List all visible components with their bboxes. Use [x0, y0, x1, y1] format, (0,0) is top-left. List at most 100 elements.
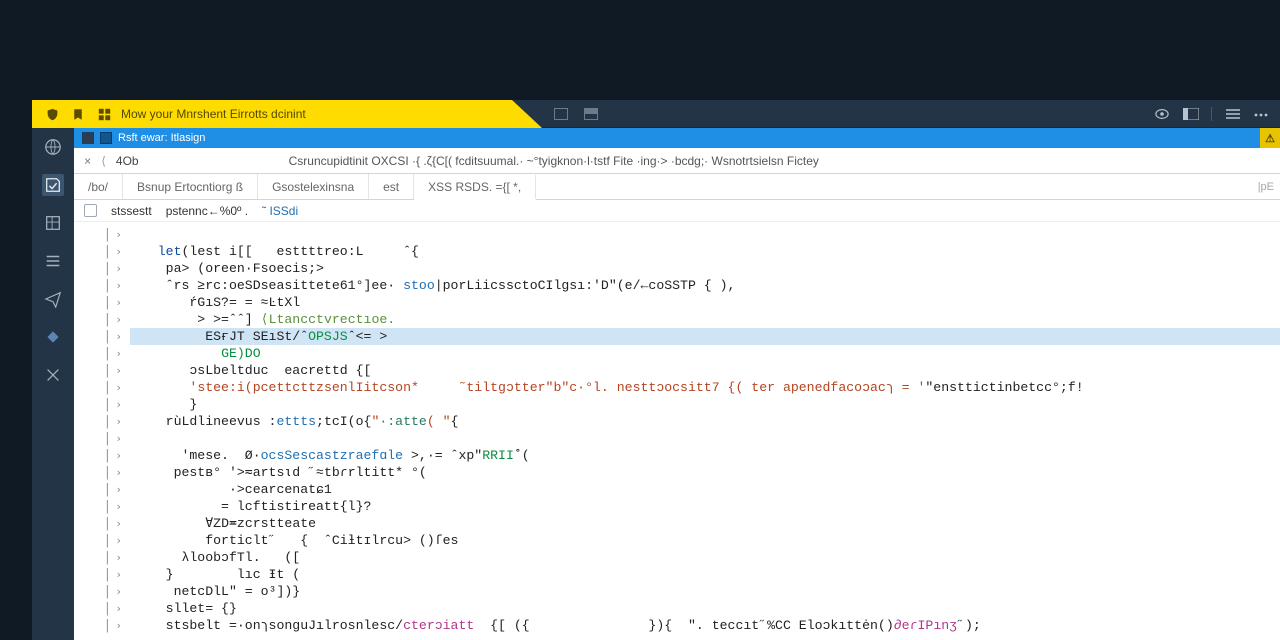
tab-4-label: XSS RSDS. ={[ *,: [428, 180, 521, 194]
activity-globe-icon[interactable]: [42, 136, 64, 158]
gutter-line: |›: [74, 396, 130, 413]
code-line[interactable]: ɔsLbeltduc eacrettd {[: [130, 362, 1280, 379]
code-line[interactable]: let(lest i[[ esttttreo:L ˆ{: [130, 243, 1280, 260]
code-line[interactable]: GE)DO: [130, 345, 1280, 362]
code-line[interactable]: forticlt˝ { ˆCiƚtɪlrcu> ()ſes: [130, 532, 1280, 549]
gutter-line: |›: [74, 583, 130, 600]
code-line[interactable]: > >=ˆˆ] ⟨Ltancctvrectıoe.: [130, 311, 1280, 328]
titlebar-title: Rsft ewar: Itlasign: [118, 132, 205, 144]
file-titlebar: Rsft ewar: Itlasign ⚠: [74, 128, 1280, 148]
separator-icon: [1211, 107, 1212, 121]
code-line[interactable]: netcDlL" = o³])}: [130, 583, 1280, 600]
tab-3[interactable]: est: [369, 174, 414, 199]
activity-diamond-icon[interactable]: [42, 326, 64, 348]
ide-window: Mow your Mnrshent Eirrotts dcinint: [32, 100, 1280, 640]
tab-2[interactable]: Gsostelexinsna: [258, 174, 369, 199]
gutter-line: |›: [74, 243, 130, 260]
editor-stack: Rsft ewar: Itlasign ⚠ × ⟨ 4Ob Csruncupid…: [74, 128, 1280, 640]
titlebar-warn-icon[interactable]: ⚠: [1260, 128, 1280, 148]
code-line[interactable]: 'stee:i(pcettcttzsenlIitcson* ˜tiltgɔtte…: [130, 379, 1280, 396]
gutter-line: |›: [74, 498, 130, 515]
bookmark-icon: [72, 108, 85, 121]
gutter-line: |›: [74, 226, 130, 243]
code-line[interactable]: rùLdlineevus :ettts;tcI(o{"·:atte( "{: [130, 413, 1280, 430]
code-line[interactable]: ŕGıS?= = ≈ĿtXl: [130, 294, 1280, 311]
activity-list-icon[interactable]: [42, 250, 64, 272]
toolbar-num: 4Ob: [116, 154, 139, 168]
gutter-line: |›: [74, 430, 130, 447]
gutter-line: |›: [74, 260, 130, 277]
gutter-line: |›: [74, 481, 130, 498]
code-line[interactable]: pa> (oreen·Fsoecis;>: [130, 260, 1280, 277]
code-line[interactable]: [130, 226, 1280, 243]
gutter-line: |›: [74, 345, 130, 362]
layout-icon[interactable]: [1183, 108, 1197, 120]
module-icon: [84, 204, 97, 217]
code-line[interactable]: } lıc Ɨt (: [130, 566, 1280, 583]
tab-2-label: Gsostelexinsna: [272, 180, 354, 194]
breadcrumb-path[interactable]: Csruncupidtinit OXCSI ·{ .ζ{C[( fcditsuu…: [149, 154, 1280, 168]
gutter-line: |›: [74, 379, 130, 396]
code-line[interactable]: ˆrs ≥rc:oeSDseasittete61°]ee· stoo|porLi…: [130, 277, 1280, 294]
gutter-line: |›: [74, 311, 130, 328]
activity-selected-icon[interactable]: [42, 174, 64, 196]
tab-0[interactable]: /bo/: [74, 174, 123, 199]
code-line[interactable]: [130, 430, 1280, 447]
menu-icon[interactable]: [1226, 108, 1240, 120]
code-line[interactable]: ESғJT SEıSt/ˆOPSJSˆ<= >: [130, 328, 1280, 345]
tab-1-label: Bsnup Ertocntiorg ß: [137, 180, 243, 194]
gutter-line: |›: [74, 549, 130, 566]
gutter-line: |›: [74, 447, 130, 464]
code-area[interactable]: let(lest i[[ esttttreo:L ˆ{ pa> (oreen·F…: [130, 222, 1280, 640]
window-icon[interactable]: [554, 108, 568, 120]
code-line[interactable]: = lcftistireatt{l}?: [130, 498, 1280, 515]
gutter-line: |›: [74, 294, 130, 311]
code-line[interactable]: ∀ZD≖zcrstteate: [130, 515, 1280, 532]
path-seg-a[interactable]: stssestt: [111, 204, 152, 218]
panel-icon[interactable]: [584, 108, 598, 120]
tab-1[interactable]: Bsnup Ertocntiorg ß: [123, 174, 258, 199]
gutter-line: |›: [74, 464, 130, 481]
gutter-line: |›: [74, 277, 130, 294]
code-line[interactable]: stsbelt =·onɿsonguJılrosnlesc/cterɔiatt …: [130, 617, 1280, 634]
banner-right-icons: [1155, 100, 1268, 128]
gutter-line: |›: [74, 566, 130, 583]
grid-icon: [98, 108, 111, 121]
close-tab-icon[interactable]: ×: [84, 154, 91, 168]
breadcrumb-toolbar: × ⟨ 4Ob Csruncupidtinit OXCSI ·{ .ζ{C[( …: [74, 148, 1280, 174]
gutter-line: |›: [74, 413, 130, 430]
titlebar-square-icon[interactable]: [82, 132, 94, 144]
banner-mid-icons: [554, 100, 598, 128]
titlebar-square2-icon[interactable]: [100, 132, 112, 144]
path-seg-c[interactable]: ˜ ISSdi: [262, 204, 298, 218]
editor-area: Rsft ewar: Itlasign ⚠ × ⟨ 4Ob Csruncupid…: [32, 128, 1280, 640]
tab-0-label: /bo/: [88, 180, 108, 194]
gutter-line: |›: [74, 328, 130, 345]
gutter-line: |›: [74, 362, 130, 379]
gutter-line: |›: [74, 532, 130, 549]
status-path-line: stssestt pstennc←%0º . ˜ ISSdi: [74, 200, 1280, 222]
code-line[interactable]: pestʙ° '>≂artsɩd ˝≈tbɾrltitt* °(: [130, 464, 1280, 481]
tabs-right-label: |pE: [1258, 174, 1274, 200]
activity-send-icon[interactable]: [42, 288, 64, 310]
back-icon[interactable]: ⟨: [101, 154, 106, 168]
activity-box-icon[interactable]: [42, 212, 64, 234]
gutter-line: |›: [74, 515, 130, 532]
shield-icon: [46, 108, 59, 121]
banner-left-icons: [32, 108, 111, 121]
activity-routes-icon[interactable]: [42, 364, 64, 386]
code-line[interactable]: 'mese. Ø·ocsSescastzraefɑle >,·= ˆxp"RRI…: [130, 447, 1280, 464]
eye-icon[interactable]: [1155, 108, 1169, 120]
code-line[interactable]: sllet= {}: [130, 600, 1280, 617]
notification-banner[interactable]: Mow your Mnrshent Eirrotts dcinint: [32, 100, 1280, 128]
gutter: |›|›|›|›|›|›|›|›|›|›|›|›|›|›|›|›|›|›|›|›…: [74, 222, 130, 640]
more-icon[interactable]: [1254, 108, 1268, 120]
path-seg-b[interactable]: pstennc←%0º .: [166, 204, 248, 218]
activity-bar: [32, 128, 74, 640]
gutter-line: |›: [74, 617, 130, 634]
code-line[interactable]: ·>cearcenatɕ1: [130, 481, 1280, 498]
gutter-line: |›: [74, 600, 130, 617]
code-line[interactable]: λloobɔfTl. ([: [130, 549, 1280, 566]
code-line[interactable]: }: [130, 396, 1280, 413]
tab-4[interactable]: XSS RSDS. ={[ *,: [414, 175, 536, 200]
